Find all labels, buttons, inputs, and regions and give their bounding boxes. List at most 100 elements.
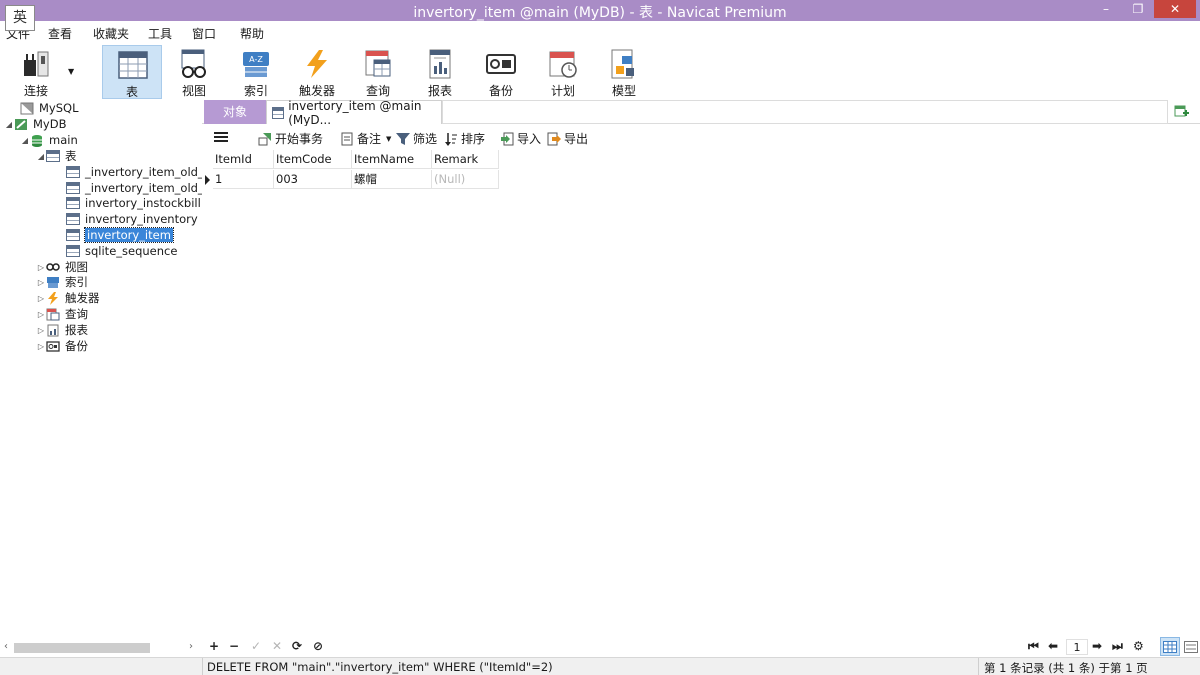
scroll-left-icon[interactable]: ‹	[4, 641, 8, 652]
tree-table-item[interactable]: invertory_inventory	[56, 211, 198, 227]
data-grid: ItemId ItemCode ItemName Remark 1 003 螺帽…	[202, 150, 1200, 636]
table-cell[interactable]: 螺帽	[352, 170, 432, 189]
tool-backup[interactable]: 备份	[471, 45, 531, 99]
add-record-button[interactable]: +	[209, 639, 219, 653]
tree-table-item[interactable]: sqlite_sequence	[56, 243, 177, 259]
report-icon	[429, 49, 451, 79]
column-header-itemcode[interactable]: ItemCode	[274, 150, 352, 169]
new-tab-icon[interactable]	[1174, 103, 1190, 119]
page-number-input[interactable]: 1	[1066, 639, 1088, 655]
tool-index[interactable]: A-Z 索引	[226, 45, 286, 99]
collapsed-arrow-icon[interactable]: ▷	[36, 294, 46, 303]
tree-folder-reports[interactable]: ▷ 报表	[36, 322, 88, 338]
table-cell[interactable]: 1	[213, 170, 274, 189]
table-icon	[66, 229, 80, 242]
tool-model[interactable]: 模型	[594, 45, 654, 99]
begin-transaction-button[interactable]: 开始事务	[258, 130, 323, 147]
last-page-icon[interactable]: ⏭	[1112, 639, 1123, 654]
tree-folder-tables[interactable]: ◢ 表	[36, 148, 77, 164]
form-view-button[interactable]	[1181, 637, 1200, 656]
scrollbar-thumb[interactable]	[14, 643, 150, 653]
table-cell-null[interactable]: (Null)	[432, 170, 499, 189]
menu-favorites[interactable]: 收藏夹	[93, 25, 129, 42]
tree-table-item[interactable]: _invertory_item_old_20	[56, 164, 218, 180]
filter-button[interactable]: 筛选	[396, 130, 437, 147]
tab-objects[interactable]: 对象	[204, 100, 266, 124]
menu-help[interactable]: 帮助	[240, 25, 264, 42]
main-toolbar: ▼ 连接 表 视图 A-Z 索引 触发器 查询 报表 备份 计划 模型	[0, 43, 1200, 99]
tree-horizontal-scrollbar[interactable]: ‹ ›	[0, 640, 201, 656]
chevron-down-icon[interactable]: ▼	[68, 67, 74, 76]
tree-schema-main[interactable]: ◢ main	[20, 132, 78, 148]
delete-record-button[interactable]: −	[229, 639, 239, 653]
sort-icon	[444, 132, 458, 146]
tree-connection-mydb[interactable]: ◢ MyDB	[4, 116, 67, 132]
chevron-down-icon[interactable]: ▼	[386, 135, 391, 143]
export-button[interactable]: 导出	[547, 130, 588, 147]
column-header-itemid[interactable]: ItemId	[213, 150, 274, 169]
title-bar: invertory_item @main (MyDB) - 表 - Navica…	[0, 0, 1200, 21]
collapsed-arrow-icon[interactable]: ▷	[36, 278, 46, 287]
tree-connection-mysql[interactable]: MySQL	[10, 100, 79, 116]
tool-table[interactable]: 表	[102, 45, 162, 99]
next-page-icon[interactable]: ➡	[1092, 639, 1102, 653]
import-icon	[500, 132, 514, 146]
ime-indicator[interactable]: 英	[5, 5, 35, 31]
menu-hamburger-button[interactable]	[214, 130, 231, 144]
expanded-arrow-icon[interactable]: ◢	[36, 152, 46, 161]
record-navigation-bar: + − ✓ ✕ ⟳ ⊘ ⏮ ⬅ 1 ➡ ⏭ ⚙	[202, 637, 1200, 657]
table-cell[interactable]: 003	[274, 170, 352, 189]
status-bar: DELETE FROM "main"."invertory_item" WHER…	[0, 657, 1200, 675]
tree-folder-indexes[interactable]: ▷ 索引	[36, 274, 88, 290]
view-glasses-icon	[181, 49, 206, 78]
menu-tools[interactable]: 工具	[148, 25, 172, 42]
import-button[interactable]: 导入	[500, 130, 541, 147]
tree-folder-triggers[interactable]: ▷ 触发器	[36, 290, 100, 306]
expanded-arrow-icon[interactable]: ◢	[20, 136, 30, 145]
tool-connection[interactable]: ▼ 连接	[6, 45, 74, 99]
minimize-button[interactable]: –	[1090, 0, 1122, 18]
import-label: 导入	[517, 132, 542, 146]
tree-folder-backups[interactable]: ▷ 备份	[36, 338, 88, 354]
menu-window[interactable]: 窗口	[192, 25, 216, 42]
close-button[interactable]: ✕	[1154, 0, 1196, 18]
scroll-right-icon[interactable]: ›	[189, 641, 193, 652]
collapsed-arrow-icon[interactable]: ▷	[36, 342, 46, 351]
menu-view[interactable]: 查看	[48, 25, 72, 42]
tree-table-item[interactable]: _invertory_item_old_20	[56, 180, 218, 196]
discard-changes-button[interactable]: ✕	[272, 639, 282, 653]
collapsed-arrow-icon[interactable]: ▷	[36, 310, 46, 319]
column-header-itemname[interactable]: ItemName	[352, 150, 432, 169]
expanded-arrow-icon[interactable]: ◢	[4, 120, 14, 129]
previous-page-icon[interactable]: ⬅	[1048, 639, 1058, 653]
table-icon	[66, 213, 80, 226]
first-page-icon[interactable]: ⏮	[1028, 639, 1039, 654]
collapsed-arrow-icon[interactable]: ▷	[36, 263, 46, 272]
tool-view[interactable]: 视图	[164, 45, 224, 99]
memo-button[interactable]: 备注 ▼	[340, 130, 391, 147]
tree-folder-views[interactable]: ▷ 视图	[36, 259, 88, 275]
tool-trigger[interactable]: 触发器	[287, 45, 347, 99]
apply-changes-button[interactable]: ✓	[251, 639, 261, 653]
tool-report[interactable]: 报表	[410, 45, 470, 99]
tool-query[interactable]: 查询	[348, 45, 408, 99]
index-icon	[46, 276, 60, 289]
tool-model-label: 模型	[611, 84, 636, 98]
sort-button[interactable]: 排序	[444, 130, 485, 147]
window-controls: – ❐ ✕	[1090, 0, 1196, 21]
tree-table-item-selected[interactable]: invertory_item	[56, 227, 174, 243]
grid-view-button[interactable]	[1160, 637, 1180, 656]
tool-schedule[interactable]: 计划	[533, 45, 593, 99]
database-icon	[30, 134, 44, 147]
tab-table-document[interactable]: invertory_item @main (MyD...	[266, 99, 442, 127]
tree-folder-queries[interactable]: ▷ 查询	[36, 306, 88, 322]
connection-icon	[20, 102, 34, 115]
collapsed-arrow-icon[interactable]: ▷	[36, 326, 46, 335]
stop-button[interactable]: ⊘	[313, 639, 323, 653]
column-header-remark[interactable]: Remark	[432, 150, 499, 169]
refresh-button[interactable]: ⟳	[292, 639, 302, 653]
settings-gear-icon[interactable]: ⚙	[1133, 639, 1144, 653]
restore-button[interactable]: ❐	[1122, 0, 1154, 18]
tree-table-item[interactable]: invertory_instockbill	[56, 195, 201, 211]
tool-backup-label: 备份	[488, 84, 513, 98]
